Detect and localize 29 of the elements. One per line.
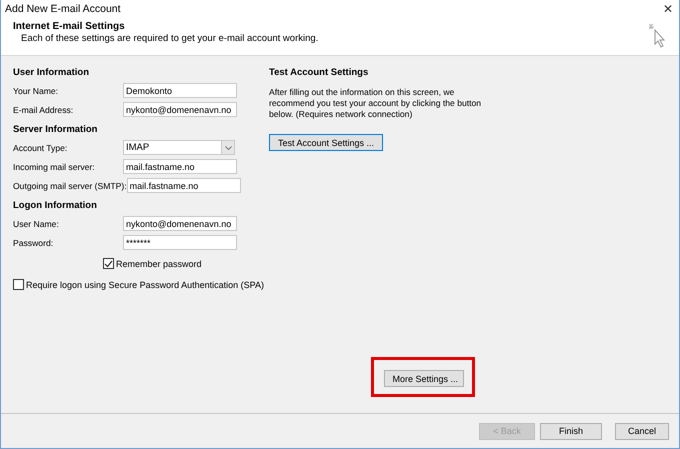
- more-settings-button[interactable]: More Settings ...: [384, 370, 464, 387]
- input-field[interactable]: nykonto@domenenavn.no: [123, 216, 237, 231]
- input-field[interactable]: mail.fastname.no: [126, 178, 241, 193]
- field-label: Outgoing mail server (SMTP):: [13, 180, 127, 190]
- window-title: Add New E-mail Account: [5, 2, 121, 14]
- close-button[interactable]: ✕: [663, 2, 673, 16]
- section-title: Logon Information: [13, 200, 98, 211]
- footer-button[interactable]: Finish: [540, 422, 602, 440]
- section-title: Test Account Settings: [269, 67, 370, 78]
- footer-button[interactable]: Cancel: [615, 422, 669, 440]
- section-title: User Information: [13, 67, 90, 78]
- field-label: E-mail Address:: [13, 104, 74, 114]
- test-description: After filling out the information on this screen, we recommend you test your account by clicking the button below. (Requires network connection): [269, 87, 482, 120]
- section-title: Server Information: [13, 124, 98, 135]
- header-title: Internet E-mail Settings: [13, 21, 126, 32]
- field-label: Password:: [13, 238, 54, 248]
- account-type-dropdown[interactable]: IMAP: [123, 140, 235, 155]
- field-label: Account Type:: [13, 142, 68, 152]
- field-label: Your Name:: [13, 86, 60, 96]
- header-subtitle: Each of these settings are required to get your e-mail account working.: [20, 33, 318, 44]
- field-label: User Name:: [13, 218, 60, 228]
- checkbox-label: Require logon using Secure Password Authentication (SPA): [26, 280, 264, 290]
- password-field[interactable]: *******: [123, 235, 237, 250]
- input-field[interactable]: nykonto@domenenavn.no: [123, 102, 237, 117]
- field-label: Incoming mail server:: [13, 162, 96, 172]
- checkbox-label: Remember password: [116, 258, 202, 268]
- input-field[interactable]: Demokonto: [123, 83, 237, 98]
- input-field[interactable]: mail.fastname.no: [123, 159, 237, 174]
- test-account-button[interactable]: Test Account Settings ...: [269, 134, 384, 151]
